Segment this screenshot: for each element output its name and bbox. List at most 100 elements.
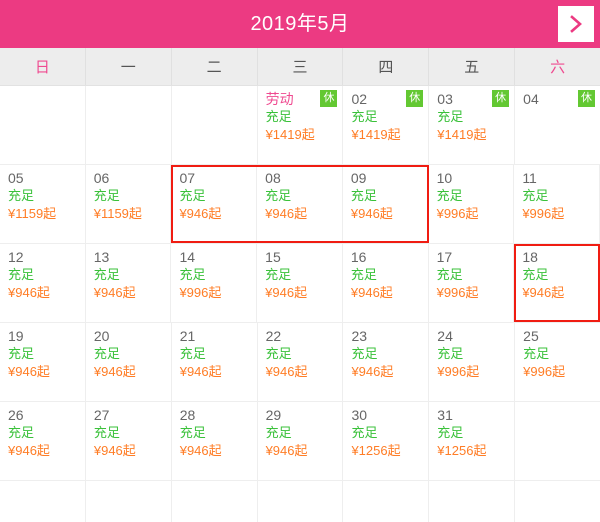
availability-label: 充足 [265, 188, 292, 203]
day-cell[interactable]: 10 充足 ¥996起 [428, 165, 515, 243]
availability-label: 充足 [93, 425, 120, 440]
day-number: 24 [437, 328, 453, 344]
day-cell[interactable]: 06 充足 ¥1159起 [85, 165, 172, 243]
price-label: ¥946起 [93, 285, 136, 300]
availability-label: 充足 [437, 346, 464, 361]
day-cell[interactable]: 25 充足 ¥996起 [515, 323, 600, 401]
weekday-label-1: 一 [86, 48, 172, 85]
rest-day-badge: 休 [492, 90, 510, 107]
day-number: 23 [351, 328, 368, 344]
day-cell[interactable]: 19 充足 ¥946起 [0, 323, 86, 401]
day-cell[interactable]: 15 充足 ¥946起 [257, 244, 343, 322]
price-label: ¥946起 [8, 285, 50, 300]
day-number: 19 [8, 328, 24, 344]
day-cell[interactable]: 16 充足 ¥946起 [342, 244, 429, 322]
day-number: 26 [8, 407, 24, 423]
price-label: ¥946起 [8, 443, 50, 458]
day-cell[interactable]: 劳动 充足 ¥1419起休 [257, 86, 344, 164]
day-cell[interactable]: 04 休 [515, 86, 600, 164]
page-title: 2019年5月 [250, 13, 350, 35]
day-number: 17 [436, 249, 453, 265]
price-label: ¥996起 [437, 364, 480, 379]
day-cell[interactable]: 26 充足 ¥946起 [0, 402, 86, 480]
day-cell[interactable]: 22 充足 ¥946起 [257, 323, 344, 401]
day-cell[interactable]: 30 充足 ¥1256起 [343, 402, 430, 480]
availability-label: 充足 [522, 188, 549, 203]
day-number: 12 [8, 249, 24, 265]
day-cell[interactable]: 05 充足 ¥1159起 [0, 165, 86, 243]
day-number: 15 [265, 249, 281, 265]
availability-label: 充足 [436, 267, 463, 282]
availability-label: 充足 [8, 188, 35, 203]
day-number: 22 [265, 328, 282, 344]
day-number: 21 [179, 328, 196, 344]
price-label: ¥946起 [350, 285, 393, 300]
next-month-button[interactable] [558, 6, 594, 42]
price-label: ¥946起 [265, 206, 308, 221]
rest-day-badge: 休 [406, 90, 424, 107]
day-cell[interactable]: 14 充足 ¥996起 [171, 244, 258, 322]
day-cell-empty [515, 402, 600, 480]
price-label: ¥1159起 [8, 206, 57, 221]
day-number: 31 [437, 407, 453, 423]
day-cell[interactable]: 11 充足 ¥996起 [514, 165, 600, 243]
day-cell[interactable]: 17 充足 ¥996起 [428, 244, 515, 322]
price-label: ¥1159起 [93, 206, 142, 221]
day-cell[interactable]: 29 充足 ¥946起 [257, 402, 344, 480]
price-label: ¥1256起 [437, 443, 487, 458]
day-cell[interactable]: 20 充足 ¥946起 [85, 323, 172, 401]
day-cell[interactable]: 31 充足 ¥1256起 [429, 402, 516, 480]
day-cell-empty [171, 86, 258, 164]
availability-label: 充足 [8, 425, 35, 440]
day-number: 11 [522, 170, 537, 186]
day-number: 08 [265, 170, 281, 186]
availability-label: 充足 [93, 346, 120, 361]
week-row: 12 充足 ¥946起 13 充足 ¥946起 14 充足 ¥996起 15 充足 ¥946起 16 充足… [0, 244, 600, 323]
availability-label: 充足 [8, 346, 35, 361]
availability-label: 充足 [265, 346, 292, 361]
rest-day-badge: 休 [320, 90, 338, 107]
availability-label: 充足 [351, 346, 378, 361]
price-label: ¥996起 [522, 206, 565, 221]
day-cell[interactable]: 03 充足 ¥1419起休 [429, 86, 516, 164]
day-cell-empty [343, 481, 430, 522]
day-cell-empty [429, 481, 516, 522]
rest-day-badge: 休 [578, 90, 596, 107]
day-cell[interactable]: 24 充足 ¥996起 [429, 323, 516, 401]
day-cell[interactable]: 12 充足 ¥946起 [0, 244, 86, 322]
week-row [0, 481, 600, 522]
price-label: ¥946起 [265, 443, 308, 458]
price-label: ¥946起 [179, 206, 222, 221]
availability-label: 充足 [179, 267, 206, 282]
weekday-label-5: 五 [429, 48, 516, 85]
day-cell[interactable]: 18 充足 ¥946起 [514, 244, 600, 322]
day-cell[interactable]: 07 充足 ¥946起 [171, 165, 258, 243]
availability-label: 充足 [265, 109, 292, 124]
week-row: 19 充足 ¥946起 20 充足 ¥946起 21 充足 ¥946起 22 充足 ¥946起 23 充足… [0, 323, 600, 402]
day-cell[interactable]: 02 充足 ¥1419起休 [343, 86, 430, 164]
weekday-header-row: 日一二三四五 六 [0, 48, 600, 86]
day-cell[interactable]: 23 充足 ¥946起 [343, 323, 430, 401]
day-cell-empty [85, 481, 172, 522]
price-label: ¥946起 [350, 206, 393, 221]
availability-label: 充足 [351, 109, 378, 124]
day-cell-empty [0, 86, 86, 164]
month-calendar: 2019年5月 日一二三四五六 劳动 充足 ¥1419起休 02 充足 ¥1419起休 03… [0, 0, 600, 522]
price-label: ¥946起 [351, 364, 394, 379]
price-label: ¥1419起 [265, 127, 315, 142]
day-cell[interactable]: 08 充足 ¥946起 [257, 165, 343, 243]
price-label: ¥996起 [436, 206, 479, 221]
day-cell[interactable]: 28 充足 ¥946起 [171, 402, 258, 480]
day-number: 25 [523, 328, 539, 344]
day-cell[interactable]: 27 充足 ¥946起 [85, 402, 172, 480]
day-cell-empty [171, 481, 258, 522]
day-cell[interactable]: 21 充足 ¥946起 [171, 323, 258, 401]
day-number: 20 [93, 328, 110, 344]
day-number: 06 [93, 170, 110, 186]
week-row: 26 充足 ¥946起 27 充足 ¥946起 28 充足 ¥946起 29 充足 ¥946起 30 充足… [0, 402, 600, 481]
day-cell[interactable]: 13 充足 ¥946起 [85, 244, 172, 322]
day-cell[interactable]: 09 充足 ¥946起 [342, 165, 429, 243]
day-number: 28 [179, 407, 196, 423]
price-label: ¥946起 [179, 443, 222, 458]
price-label: ¥946起 [93, 443, 136, 458]
